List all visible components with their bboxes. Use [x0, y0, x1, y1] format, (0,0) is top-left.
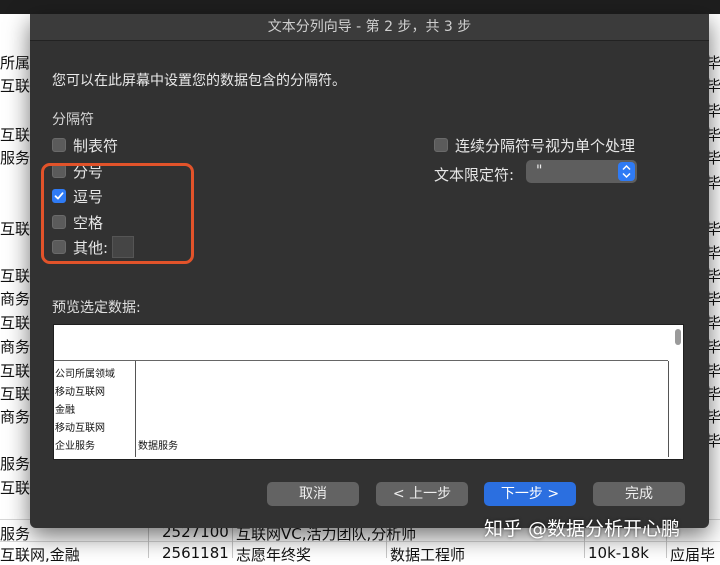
text-qualifier-select[interactable]: "	[526, 160, 637, 183]
preview-label: 预览选定数据:	[52, 300, 141, 316]
sheet-cell-left: 服务	[0, 149, 30, 167]
sheet-cell-left: 所属	[0, 54, 30, 72]
text-qualifier-value: "	[536, 163, 543, 179]
treat-consecutive-checkbox[interactable]	[434, 138, 448, 152]
tab-checkbox[interactable]	[52, 138, 66, 152]
sheet-cell: 数据工程师	[390, 546, 466, 564]
sheet-cell-left: 服务	[0, 455, 30, 473]
sheet-cell-left: 互联	[0, 479, 30, 497]
sheet-cell-left: 互联	[0, 267, 30, 285]
back-button[interactable]: < 上一步	[376, 482, 468, 506]
preview-cell: 移动互联网	[55, 423, 105, 434]
sheet-cell-left: 互联	[0, 220, 30, 238]
preview-table: 公司所属领域 移动互联网 金融 移动互联网 企业服务 数据服务	[54, 361, 669, 457]
sheet-cell-left: 商务	[0, 290, 30, 308]
next-button[interactable]: 下一步 >	[484, 482, 576, 506]
finish-button[interactable]: 完成	[593, 482, 685, 506]
preview-cell: 移动互联网	[55, 387, 105, 398]
preview-right-border	[668, 361, 669, 457]
dialog-instruction: 您可以在此屏幕中设置您的数据包含的分隔符。	[52, 73, 346, 89]
preview-cell: 企业服务	[55, 441, 95, 452]
preview-cell: 数据服务	[138, 441, 178, 452]
preview-header-row	[54, 325, 668, 361]
text-to-columns-dialog: 文本分列向导 - 第 2 步，共 3 步 您可以在此屏幕中设置您的数据包含的分隔…	[30, 14, 709, 528]
separator-heading: 分隔符	[52, 112, 94, 128]
sheet-cell-left: 互联	[0, 77, 30, 95]
treat-consecutive-label: 连续分隔符号视为单个处理	[455, 136, 636, 155]
sheet-cell: 服务	[0, 525, 31, 543]
sheet-cell-left: 商务	[0, 338, 30, 356]
sheet-cell-left: 互联	[0, 314, 30, 332]
preview-column-divider	[135, 361, 136, 457]
treat-consecutive-option[interactable]: 连续分隔符号视为单个处理	[434, 135, 635, 155]
cancel-button[interactable]: 取消	[267, 482, 359, 506]
sheet-cell-left: 互联	[0, 385, 30, 403]
sheet-cell: 志愿年终奖	[236, 546, 312, 564]
preview-cell: 公司所属领域	[55, 369, 115, 380]
text-qualifier-label: 文本限定符:	[434, 166, 515, 184]
sheet-cell-left: 商务	[0, 408, 30, 426]
preview-scrollbar[interactable]	[675, 329, 681, 345]
watermark-text: 知乎 @数据分析开心鹏	[484, 518, 681, 540]
top-strip	[0, 0, 720, 14]
sheet-cell: 应届毕	[670, 546, 716, 564]
dialog-title: 文本分列向导 - 第 2 步，共 3 步	[30, 14, 709, 41]
delimiter-tab-option[interactable]: 制表符	[52, 135, 118, 155]
data-preview-pane[interactable]: 公司所属领域 移动互联网 金融 移动互联网 企业服务 数据服务	[53, 324, 684, 460]
tab-label: 制表符	[73, 136, 119, 155]
preview-cell: 金融	[55, 405, 75, 416]
delimiter-highlight-annotation	[41, 163, 194, 264]
sheet-cell: 2561181	[162, 544, 229, 562]
sheet-cell-left: 互联	[0, 362, 30, 380]
select-arrows-icon	[618, 162, 635, 181]
sheet-cell: 10k-18k	[588, 544, 649, 562]
sheet-cell-left: 互联	[0, 126, 30, 144]
sheet-cell: 互联网,金融	[0, 546, 80, 564]
